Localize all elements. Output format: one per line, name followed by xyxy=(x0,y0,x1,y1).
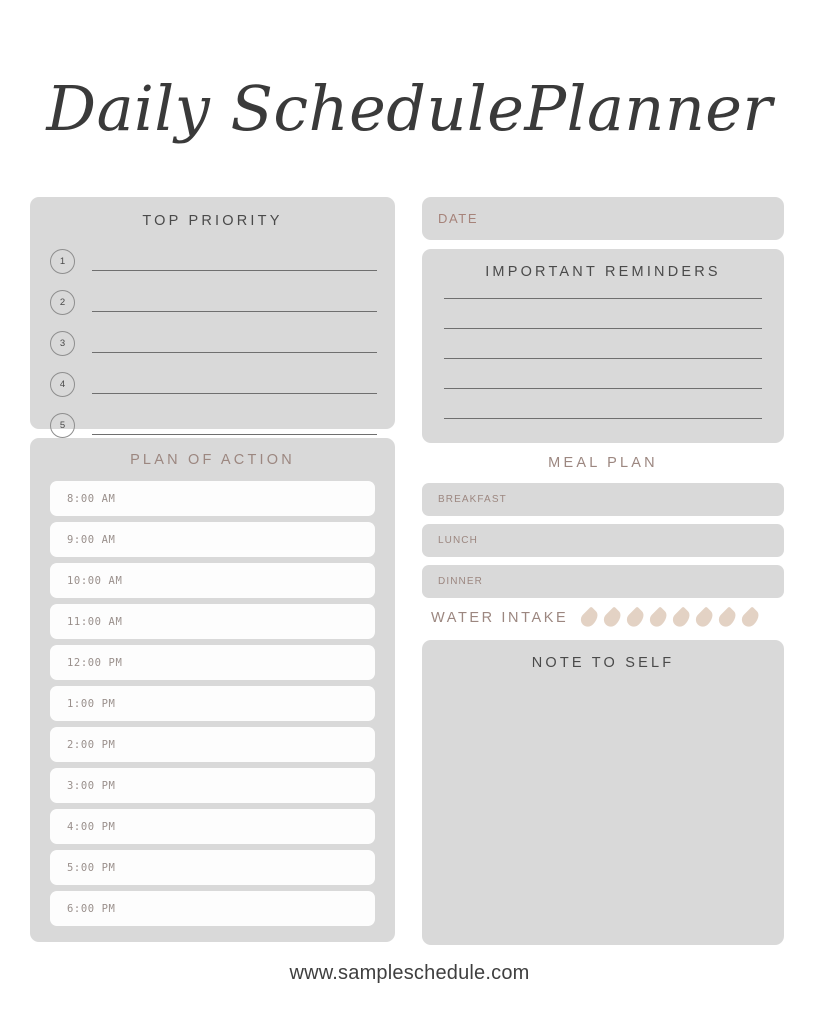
meal-label: DINNER xyxy=(438,576,483,587)
water-drop-tracker xyxy=(578,606,763,630)
important-reminders-heading: IMPORTANT REMINDERS xyxy=(485,264,721,280)
time-slot-row[interactable]: 10:00 AM xyxy=(50,563,375,598)
important-reminders-section: IMPORTANT REMINDERS xyxy=(422,249,784,443)
time-slot-row[interactable]: 3:00 PM xyxy=(50,768,375,803)
water-intake-label: WATER INTAKE xyxy=(431,610,569,626)
time-slot-label: 3:00 PM xyxy=(67,779,116,792)
note-to-self-heading: NOTE TO SELF xyxy=(531,655,675,671)
time-slot-row[interactable]: 5:00 PM xyxy=(50,850,375,885)
priority-number-badge: 5 xyxy=(50,413,75,438)
water-drop-icon[interactable] xyxy=(670,606,694,630)
water-drop-icon[interactable] xyxy=(647,606,671,630)
time-slot-row[interactable]: 4:00 PM xyxy=(50,809,375,844)
priority-number-badge: 4 xyxy=(50,372,75,397)
priority-number-badge: 1 xyxy=(50,249,75,274)
time-slot-label: 12:00 PM xyxy=(67,656,123,669)
time-slot-label: 4:00 PM xyxy=(67,820,116,833)
note-to-self-section[interactable]: NOTE TO SELF xyxy=(422,640,784,945)
meal-row-dinner[interactable]: DINNER xyxy=(422,565,784,598)
priority-write-line[interactable] xyxy=(92,270,377,271)
meal-plan-heading: MEAL PLAN xyxy=(548,455,658,471)
time-slot-label: 9:00 AM xyxy=(67,533,116,546)
reminder-write-line[interactable] xyxy=(444,358,762,359)
time-slot-label: 2:00 PM xyxy=(67,738,116,751)
meal-label: BREAKFAST xyxy=(438,494,507,505)
plan-of-action-heading: PLAN OF ACTION xyxy=(130,452,295,468)
reminder-write-line[interactable] xyxy=(444,388,762,389)
priority-item[interactable]: 4 xyxy=(50,368,377,401)
water-drop-icon[interactable] xyxy=(601,606,625,630)
water-drop-icon[interactable] xyxy=(578,606,602,630)
time-slot-row[interactable]: 11:00 AM xyxy=(50,604,375,639)
water-drop-icon[interactable] xyxy=(739,606,763,630)
priority-write-line[interactable] xyxy=(92,311,377,312)
top-priority-list: 1 2 3 4 5 xyxy=(30,245,395,442)
page-title: Daily SchedulePlanner xyxy=(46,72,773,145)
water-drop-icon[interactable] xyxy=(693,606,717,630)
water-intake-section: WATER INTAKE xyxy=(422,606,784,630)
water-drop-icon[interactable] xyxy=(716,606,740,630)
date-field[interactable]: DATE xyxy=(422,197,784,240)
footer-url: www.sampleschedule.com xyxy=(289,962,530,984)
time-slot-row[interactable]: 8:00 AM xyxy=(50,481,375,516)
time-slot-label: 5:00 PM xyxy=(67,861,116,874)
priority-item[interactable]: 1 xyxy=(50,245,377,278)
time-slot-label: 10:00 AM xyxy=(67,574,123,587)
water-drop-icon[interactable] xyxy=(624,606,648,630)
meal-plan-section: MEAL PLAN BREAKFAST LUNCH DINNER xyxy=(422,455,784,598)
time-slot-row[interactable]: 6:00 PM xyxy=(50,891,375,926)
time-slot-label: 11:00 AM xyxy=(67,615,123,628)
priority-number-badge: 3 xyxy=(50,331,75,356)
reminder-write-line[interactable] xyxy=(444,328,762,329)
reminder-write-line[interactable] xyxy=(444,418,762,419)
time-slot-label: 8:00 AM xyxy=(67,492,116,505)
time-slot-row[interactable]: 9:00 AM xyxy=(50,522,375,557)
meal-label: LUNCH xyxy=(438,535,478,546)
priority-write-line[interactable] xyxy=(92,434,377,435)
date-label: DATE xyxy=(438,211,479,226)
top-priority-heading: TOP PRIORITY xyxy=(142,213,283,229)
meal-row-breakfast[interactable]: BREAKFAST xyxy=(422,483,784,516)
time-slot-row[interactable]: 1:00 PM xyxy=(50,686,375,721)
time-slot-row[interactable]: 12:00 PM xyxy=(50,645,375,680)
left-column: TOP PRIORITY 1 2 3 4 5 PLAN OF ACTION 8:… xyxy=(30,197,395,942)
priority-number-badge: 2 xyxy=(50,290,75,315)
time-slot-label: 1:00 PM xyxy=(67,697,116,710)
priority-write-line[interactable] xyxy=(92,393,377,394)
reminder-write-line[interactable] xyxy=(444,298,762,299)
meal-row-lunch[interactable]: LUNCH xyxy=(422,524,784,557)
priority-write-line[interactable] xyxy=(92,352,377,353)
right-column: DATE IMPORTANT REMINDERS MEAL PLAN BREAK… xyxy=(422,197,784,945)
priority-item[interactable]: 2 xyxy=(50,286,377,319)
top-priority-section: TOP PRIORITY 1 2 3 4 5 xyxy=(30,197,395,438)
time-slot-row[interactable]: 2:00 PM xyxy=(50,727,375,762)
plan-of-action-section: PLAN OF ACTION 8:00 AM 9:00 AM 10:00 AM … xyxy=(30,438,395,942)
priority-item[interactable]: 3 xyxy=(50,327,377,360)
time-slot-label: 6:00 PM xyxy=(67,902,116,915)
